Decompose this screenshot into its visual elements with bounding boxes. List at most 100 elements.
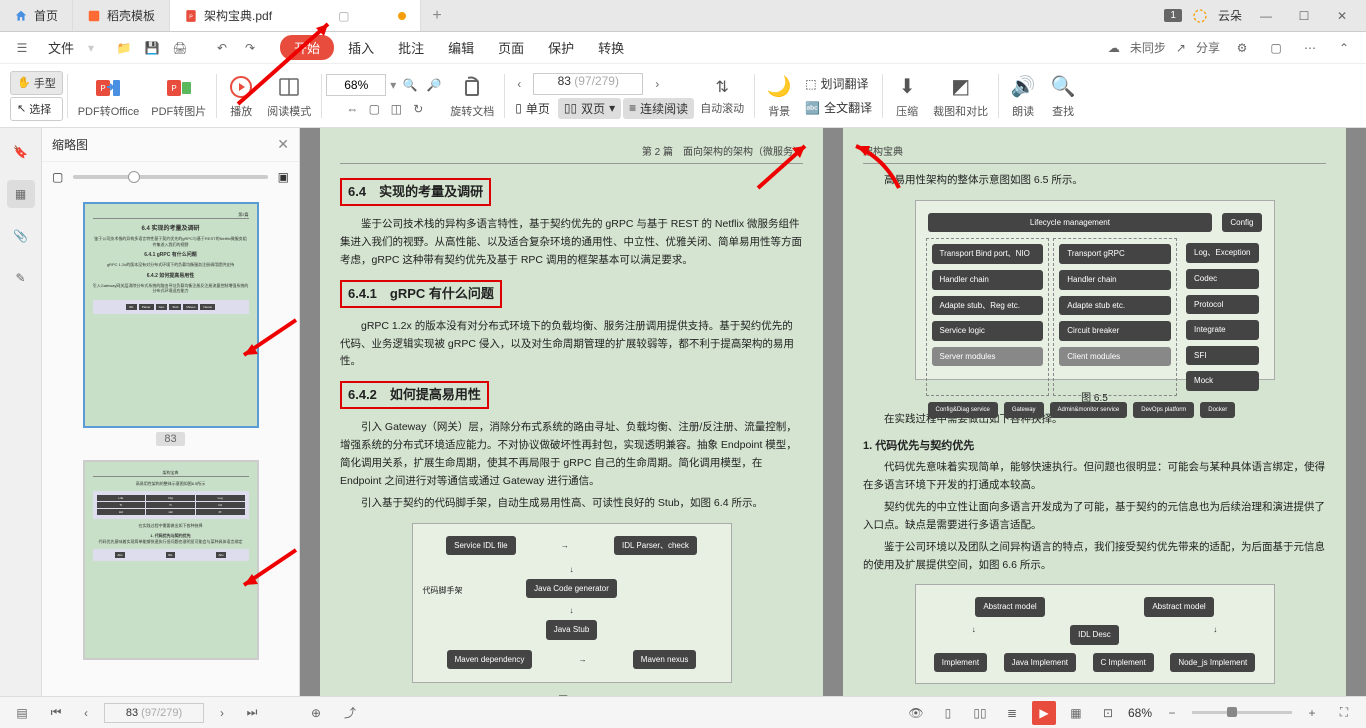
single-page-button[interactable]: ▯单页 — [509, 98, 556, 119]
read-aloud-button[interactable]: 🔊 朗读 — [1003, 71, 1043, 121]
user-name[interactable]: 云朵 — [1218, 7, 1242, 24]
zoom-fit-icon[interactable]: ⊡ — [1096, 701, 1120, 725]
menu-annotate[interactable]: 批注 — [388, 34, 434, 61]
menu-edit[interactable]: 编辑 — [438, 34, 484, 61]
find-button[interactable]: 🔍 查找 — [1043, 71, 1083, 121]
compress-button[interactable]: ⬇ 压缩 — [887, 71, 927, 121]
share-label[interactable]: 分享 — [1196, 39, 1220, 56]
panel-toggle-icon[interactable]: ▤ — [10, 701, 34, 725]
background-button[interactable]: 🌙 背景 — [759, 71, 799, 121]
present-icon[interactable]: ▢ — [338, 9, 352, 23]
eye-protect-icon[interactable]: 👁 — [904, 701, 928, 725]
prev-page-icon[interactable]: ‹ — [509, 75, 529, 93]
close-panel-icon[interactable]: ✕ — [277, 136, 289, 153]
first-page-icon[interactable]: ⏮ — [44, 701, 68, 725]
settings-icon[interactable]: ⚙ — [1230, 36, 1254, 60]
redo-icon[interactable]: ↷ — [238, 36, 262, 60]
view-present-icon[interactable]: ▶ — [1032, 701, 1056, 725]
maximize-button[interactable]: ☐ — [1290, 2, 1318, 30]
thumbnail-page-83[interactable]: 第2篇 6.4 实现的考量及调研 鉴于公司技术栈的异构多语言特性基于契约优先的g… — [83, 202, 259, 428]
zoom-input[interactable] — [326, 74, 386, 96]
menu-file[interactable]: 文件 — [38, 34, 84, 61]
sync-status[interactable]: 未同步 — [1130, 39, 1166, 56]
add-page-icon[interactable]: ⊕ — [304, 701, 328, 725]
menu-convert[interactable]: 转换 — [588, 34, 634, 61]
thumbnail-page-84[interactable]: 架构宝典 高易用性架构的整体示意图如图6.5所示 LifeCfgLog TrTr… — [83, 460, 259, 660]
more-icon[interactable]: ⋯ — [1298, 36, 1322, 60]
view-single-icon[interactable]: ▯ — [936, 701, 960, 725]
undo-icon[interactable]: ↶ — [210, 36, 234, 60]
pdf-to-office-button[interactable]: P PDF转Office — [72, 71, 146, 121]
chevron-down-icon[interactable]: ▾ — [390, 78, 396, 92]
page-input[interactable]: 83 (97/279) — [533, 73, 643, 95]
document-area[interactable]: 第 2 篇 面向架构的架构（微服务） 6.4 实现的考量及调研 鉴于公司技术栈的… — [300, 128, 1366, 696]
thumb-size-slider[interactable] — [73, 175, 267, 179]
thumbnail-icon[interactable]: ▦ — [7, 180, 35, 208]
fit-page-icon[interactable]: ▢ — [364, 100, 384, 118]
zoom-out-thumb-icon[interactable]: ▢ — [52, 170, 63, 184]
export-page-icon[interactable]: ⤴ — [338, 701, 362, 725]
last-page-icon[interactable]: ⏭ — [240, 701, 264, 725]
fullscreen-icon[interactable]: ⛶ — [1332, 701, 1356, 725]
cloud-sync-icon[interactable]: ☁ — [1108, 41, 1120, 55]
menu-insert[interactable]: 插入 — [338, 34, 384, 61]
zoom-in-thumb-icon[interactable]: ▣ — [278, 170, 289, 184]
tab-template[interactable]: 稻壳模板 — [73, 0, 170, 31]
thumbnail-item[interactable]: 架构宝典 高易用性架构的整体示意图如图6.5所示 LifeCfgLog TrTr… — [52, 460, 289, 660]
paragraph: 鉴于公司环境以及团队之间异构语言的特点，我们接受契约优先带来的适配，为后面基于元… — [863, 539, 1326, 575]
select-tool-button[interactable]: ↖选择 — [10, 97, 63, 121]
pdf-to-image-button[interactable]: P PDF转图片 — [145, 71, 212, 121]
zoom-in-status-icon[interactable]: + — [1300, 701, 1324, 725]
fit-width-icon[interactable]: ⇔ — [342, 100, 362, 118]
minimize-button[interactable]: — — [1252, 2, 1280, 30]
save-icon[interactable]: 💾 — [140, 36, 164, 60]
next-page-icon[interactable]: › — [210, 701, 234, 725]
new-tab-button[interactable]: + — [421, 0, 453, 31]
zoom-out-status-icon[interactable]: − — [1160, 701, 1184, 725]
tab-active-doc[interactable]: P 架构宝典.pdf ▢ — [170, 0, 421, 31]
play-button[interactable]: 播放 — [221, 71, 261, 121]
continuous-read-button[interactable]: ≡连续阅读 — [623, 98, 694, 119]
view-double-icon[interactable]: ▯▯ — [968, 701, 992, 725]
auto-scroll-button[interactable]: ⇅ 自动滚动 — [694, 74, 750, 118]
cloud-icon[interactable] — [1192, 8, 1208, 24]
print-icon[interactable]: 🖨 — [168, 36, 192, 60]
full-translate-button[interactable]: 🔤全文翻译 — [799, 97, 878, 118]
menu-protect[interactable]: 保护 — [538, 34, 584, 61]
actual-size-icon[interactable]: ◫ — [386, 100, 406, 118]
tab-home[interactable]: 首页 — [0, 0, 73, 31]
hand-tool-button[interactable]: ✋手型 — [10, 71, 63, 95]
thumbnail-list[interactable]: 第2篇 6.4 实现的考量及调研 鉴于公司技术栈的异构多语言特性基于契约优先的g… — [42, 192, 299, 696]
bookmark-icon[interactable]: 🔖 — [7, 138, 35, 166]
prev-page-icon[interactable]: ‹ — [74, 701, 98, 725]
menu-start[interactable]: 开始 — [280, 35, 334, 60]
play-icon — [227, 73, 255, 101]
crop-compare-button[interactable]: ◩ 裁图和对比 — [927, 71, 994, 121]
close-button[interactable]: ✕ — [1328, 2, 1356, 30]
menu-page[interactable]: 页面 — [488, 34, 534, 61]
page-nav-bottom: ⏮ ‹ 83 (97/279) › ⏭ — [44, 701, 264, 725]
skin-icon[interactable]: ▢ — [1264, 36, 1288, 60]
rotate-button[interactable]: 旋转文档 — [444, 71, 500, 121]
share-icon[interactable]: ↗ — [1176, 41, 1186, 55]
highlight-translate-button[interactable]: ⬚划词翻译 — [799, 73, 878, 94]
hamburger-icon[interactable]: ☰ — [10, 36, 34, 60]
cursor-icon: ↖ — [17, 102, 26, 115]
panel-title: 缩略图 — [52, 136, 88, 153]
attachment-icon[interactable]: 📎 — [7, 222, 35, 250]
signature-icon[interactable]: ✎ — [7, 264, 35, 292]
collapse-icon[interactable]: ⌃ — [1332, 36, 1356, 60]
fit-visible-icon[interactable]: ↻ — [408, 100, 428, 118]
open-icon[interactable]: 📁 — [112, 36, 136, 60]
zoom-slider[interactable] — [1192, 711, 1292, 714]
thumbnail-item[interactable]: 第2篇 6.4 实现的考量及调研 鉴于公司技术栈的异构多语言特性基于契约优先的g… — [52, 202, 289, 446]
page-input-bottom[interactable]: 83 (97/279) — [104, 703, 204, 723]
read-mode-button[interactable]: 阅读模式 — [261, 71, 317, 121]
zoom-out-icon[interactable]: 🔍 — [400, 76, 420, 94]
zoom-in-icon[interactable]: 🔎 — [424, 76, 444, 94]
double-page-button[interactable]: ▯▯双页▾ — [558, 98, 621, 119]
svg-text:P: P — [189, 14, 193, 20]
view-continuous-icon[interactable]: ≣ — [1000, 701, 1024, 725]
view-grid-icon[interactable]: ▦ — [1064, 701, 1088, 725]
next-page-icon[interactable]: › — [647, 75, 667, 93]
